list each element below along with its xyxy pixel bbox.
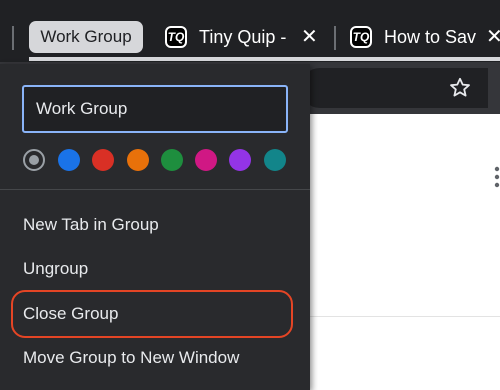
more-options-icon[interactable] bbox=[494, 166, 500, 188]
color-swatch-blue[interactable] bbox=[58, 149, 80, 171]
color-swatch-purple[interactable] bbox=[229, 149, 251, 171]
tab-group-chip[interactable]: Work Group bbox=[29, 21, 143, 53]
tiny-quip-favicon-icon: TQ bbox=[350, 26, 372, 48]
highlight-annotation bbox=[11, 290, 293, 338]
tab-tiny-quip[interactable]: TQ Tiny Quip - ✕ bbox=[165, 22, 325, 52]
color-swatch-cyan[interactable] bbox=[264, 149, 286, 171]
menu-separator bbox=[0, 189, 310, 190]
color-swatch-grey[interactable] bbox=[23, 149, 45, 171]
tab-group-underline bbox=[29, 57, 500, 61]
group-name-input[interactable] bbox=[22, 85, 288, 133]
color-swatch-red[interactable] bbox=[92, 149, 114, 171]
tab-divider bbox=[12, 26, 14, 50]
tab-title: Tiny Quip - bbox=[199, 27, 287, 47]
tab-strip: Work Group TQ Tiny Quip - ✕ TQ How to Sa… bbox=[0, 0, 500, 62]
tiny-quip-favicon-icon: TQ bbox=[165, 26, 187, 48]
color-swatch-pink[interactable] bbox=[195, 149, 217, 171]
close-icon[interactable]: ✕ bbox=[486, 22, 500, 52]
tab-divider bbox=[334, 26, 336, 50]
star-icon[interactable] bbox=[448, 76, 472, 100]
color-swatch-orange[interactable] bbox=[127, 149, 149, 171]
tab-title: How to Sav bbox=[384, 27, 476, 47]
page-divider bbox=[310, 316, 500, 317]
menu-item-ungroup[interactable]: Ungroup bbox=[23, 254, 88, 284]
menu-item-new-tab-in-group[interactable]: New Tab in Group bbox=[23, 210, 159, 240]
tab-group-context-menu: New Tab in Group Ungroup Close Group Mov… bbox=[0, 64, 310, 390]
tab-how-to-save[interactable]: TQ How to Sav ✕ bbox=[350, 22, 500, 52]
color-swatch-green[interactable] bbox=[161, 149, 183, 171]
close-icon[interactable]: ✕ bbox=[301, 22, 318, 52]
menu-item-move-group-to-new-window[interactable]: Move Group to New Window bbox=[23, 343, 239, 373]
